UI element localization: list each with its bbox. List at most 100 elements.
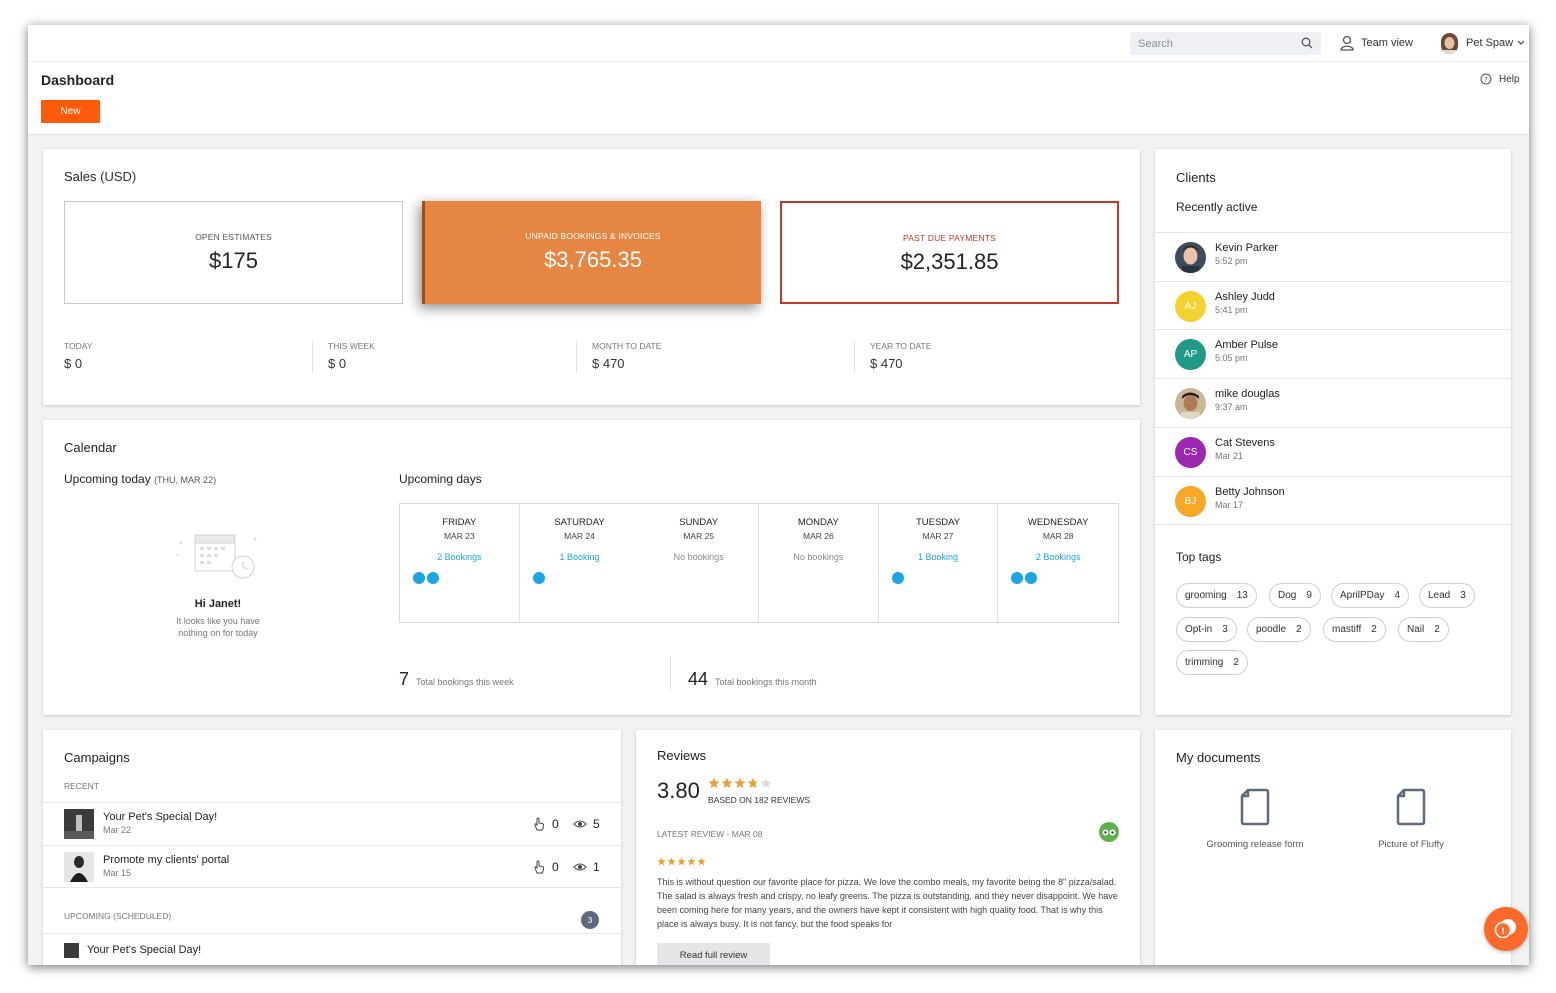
user-name: Pet Spaw — [1466, 37, 1514, 49]
day-monday[interactable]: MONDAY MAR 26 No bookings — [759, 504, 879, 622]
client-row[interactable]: CS Cat Stevens Mar 21 — [1155, 427, 1511, 476]
team-view-button[interactable]: Team view — [1340, 34, 1413, 52]
star-icon — [734, 777, 746, 789]
app-window: Team view Pet Spaw Dashboard ? Help New … — [28, 25, 1529, 965]
booking-dot — [1011, 572, 1024, 584]
booking-dot — [427, 572, 439, 584]
svg-text:!: ! — [1501, 927, 1505, 937]
latest-review-stars — [657, 857, 707, 866]
month-total: 44 Total bookings this month — [688, 669, 817, 689]
tag-chip[interactable]: mastiff 2 — [1323, 617, 1386, 642]
star-icon — [667, 857, 676, 866]
tag-chip[interactable]: poodle 2 — [1247, 617, 1311, 642]
period-year: YEAR TO DATE $ 470 — [870, 341, 932, 371]
top-bar: Team view Pet Spaw Dashboard ? Help New — [28, 25, 1529, 135]
clicks-count: 0 — [533, 817, 559, 831]
help-link[interactable]: ? Help — [1480, 73, 1520, 85]
tag-chip[interactable]: Dog 9 — [1269, 583, 1321, 608]
client-row[interactable]: Kevin Parker 5:52 pm — [1155, 232, 1511, 281]
documents-title: My documents — [1176, 750, 1261, 765]
document-item[interactable]: Picture of Fluffy — [1341, 788, 1481, 850]
sales-card: Sales (USD) OPEN ESTIMATES $175 UNPAID B… — [43, 149, 1140, 405]
rating-stars — [708, 777, 773, 789]
tripadvisor-icon[interactable] — [1099, 822, 1119, 842]
help-icon: ? — [1480, 73, 1492, 85]
booking-dot — [891, 572, 904, 584]
top-tags-title: Top tags — [1176, 550, 1222, 564]
search-input[interactable] — [1130, 32, 1290, 55]
read-full-review-button[interactable]: Read full review — [657, 943, 770, 965]
empty-state: Hi Janet! It looks like you have nothing … — [176, 598, 260, 638]
client-avatar: AJ — [1175, 291, 1206, 322]
review-count: BASED ON 182 REVIEWS — [708, 795, 811, 805]
campaign-thumbnail — [64, 852, 94, 882]
week-total: 7 Total bookings this week — [399, 669, 514, 689]
campaign-row[interactable]: Promote my clients' portal Mar 15 0 1 — [43, 845, 621, 888]
tag-chip[interactable]: AprilPDay 4 — [1331, 583, 1410, 608]
star-icon — [697, 857, 706, 866]
star-icon — [721, 777, 733, 789]
page-title: Dashboard — [41, 72, 115, 88]
search-icon[interactable] — [1301, 37, 1313, 49]
tag-chip[interactable]: Nail 2 — [1398, 617, 1449, 642]
tag-chip[interactable]: grooming 13 — [1176, 583, 1257, 608]
period-month: MONTH TO DATE $ 470 — [592, 341, 662, 371]
team-view-label: Team view — [1361, 37, 1413, 49]
eye-icon — [573, 820, 587, 828]
client-avatar — [1175, 242, 1206, 273]
day-friday[interactable]: FRIDAY MAR 23 2 Bookings — [400, 504, 520, 622]
chevron-down-icon — [1517, 40, 1525, 45]
period-today: TODAY $ 0 — [64, 341, 93, 371]
campaigns-title: Campaigns — [64, 750, 130, 765]
client-row[interactable]: AJ Ashley Judd 5:41 pm — [1155, 281, 1511, 330]
past-due-tile[interactable]: PAST DUE PAYMENTS $2,351.85 — [780, 201, 1119, 304]
client-avatar — [1175, 388, 1206, 419]
tag-chip[interactable]: Lead 3 — [1419, 583, 1475, 608]
tag-chip[interactable]: Opt-in 3 — [1176, 617, 1237, 642]
campaign-thumbnail — [64, 943, 79, 958]
user-menu[interactable]: Pet Spaw — [1441, 32, 1526, 54]
client-row[interactable]: mike douglas 9:37 am — [1155, 378, 1511, 427]
eye-icon — [573, 863, 587, 871]
recently-active-label: Recently active — [1176, 200, 1258, 214]
document-icon — [1240, 788, 1270, 826]
new-button[interactable]: New — [41, 100, 100, 123]
day-tuesday[interactable]: TUESDAY MAR 27 1 Booking — [879, 504, 999, 622]
hand-click-icon — [534, 817, 545, 831]
latest-review-label: LATEST REVIEW - MAR 08 — [657, 829, 763, 839]
upcoming-count-badge: 3 — [581, 911, 599, 929]
campaign-row[interactable]: Your Pet's Special Day! Mar 22 0 5 — [43, 802, 621, 845]
clients-title: Clients — [1176, 170, 1216, 185]
day-wednesday[interactable]: WEDNESDAY MAR 28 2 Bookings — [998, 504, 1118, 622]
unpaid-bookings-tile[interactable]: UNPAID BOOKINGS & INVOICES $3,765.35 — [422, 201, 761, 304]
client-row[interactable]: BJ Betty Johnson Mar 17 — [1155, 476, 1511, 525]
upcoming-campaign-title[interactable]: Your Pet's Special Day! — [87, 944, 201, 956]
chat-icon: ! — [1494, 919, 1516, 939]
clients-card: Clients Recently active Kevin Parker 5:5… — [1155, 149, 1511, 715]
campaign-thumbnail — [64, 809, 94, 839]
star-icon — [657, 857, 666, 866]
document-icon — [1396, 788, 1426, 826]
calendar-title: Calendar — [64, 440, 117, 455]
client-avatar: CS — [1175, 437, 1206, 468]
clicks-count: 0 — [533, 860, 559, 874]
period-this-week: THIS WEEK $ 0 — [328, 341, 375, 371]
documents-card: My documents Grooming release form Pictu… — [1155, 730, 1511, 965]
day-sunday[interactable]: SUNDAY MAR 25 No bookings — [639, 504, 760, 622]
open-estimates-tile[interactable]: OPEN ESTIMATES $175 — [64, 201, 403, 304]
reviews-title: Reviews — [657, 748, 707, 763]
upcoming-today-label: Upcoming today (THU, MAR 22) — [64, 472, 217, 486]
document-item[interactable]: Grooming release form — [1185, 788, 1325, 850]
tag-chip[interactable]: trimming 2 — [1176, 650, 1248, 675]
star-icon — [760, 777, 772, 789]
views-count: 1 — [573, 860, 600, 874]
booking-dot — [1025, 572, 1038, 584]
review-score: 3.80 — [657, 778, 700, 803]
chat-button[interactable]: ! — [1484, 907, 1528, 951]
client-row[interactable]: AP Amber Pulse 5:05 pm — [1155, 329, 1511, 378]
search-box[interactable] — [1130, 32, 1321, 55]
review-text: This is without question our favorite pl… — [657, 877, 1118, 929]
client-avatar: AP — [1175, 339, 1206, 370]
person-icon — [1340, 35, 1354, 51]
day-saturday[interactable]: SATURDAY MAR 24 1 Booking — [520, 504, 640, 622]
